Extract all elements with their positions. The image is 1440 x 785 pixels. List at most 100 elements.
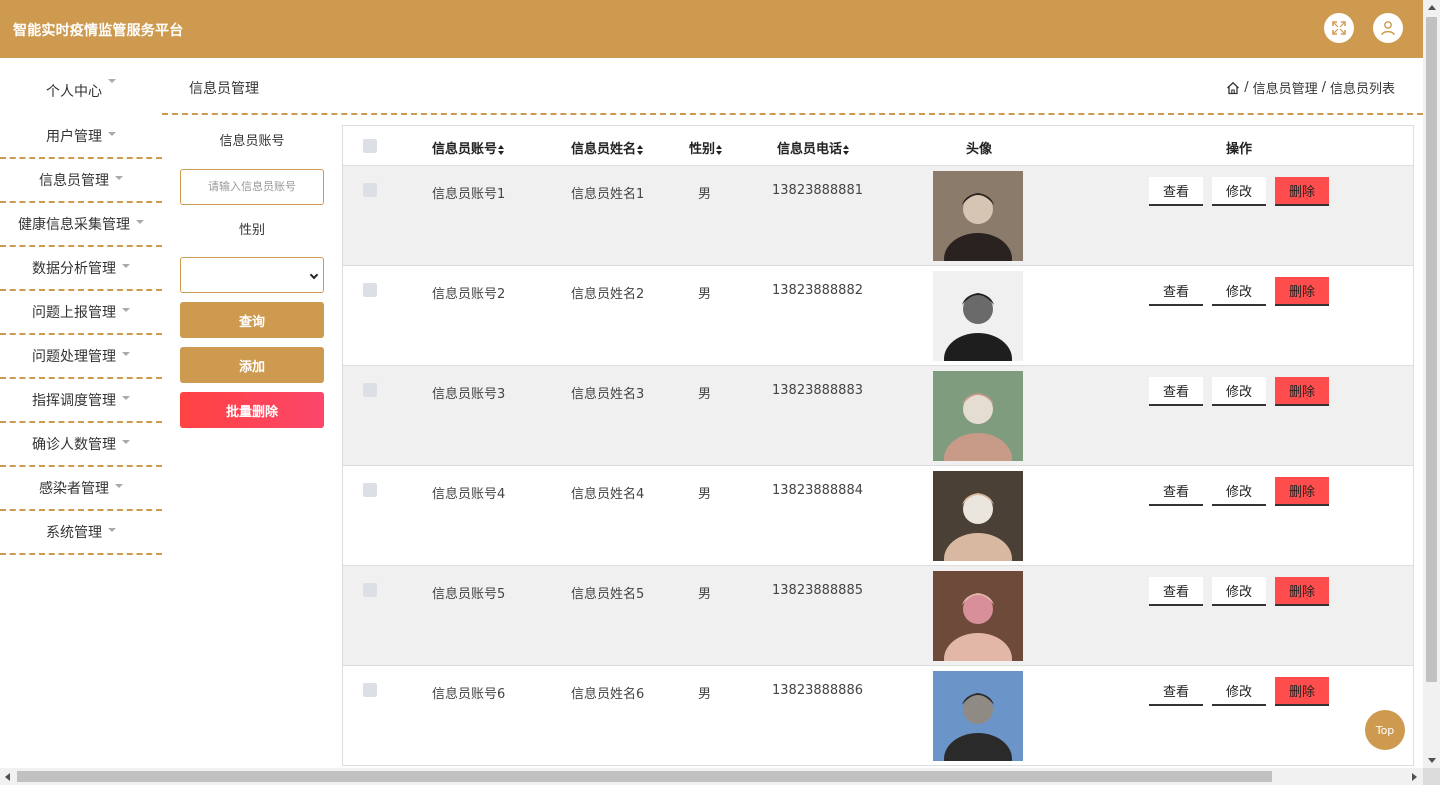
delete-button[interactable]: 删除 bbox=[1275, 577, 1329, 606]
delete-button[interactable]: 删除 bbox=[1275, 677, 1329, 706]
cell-phone: 13823888882 bbox=[772, 283, 863, 298]
scrollbar-corner bbox=[1423, 768, 1440, 785]
header-gender[interactable]: 性别 bbox=[689, 138, 723, 157]
view-button[interactable]: 查看 bbox=[1149, 177, 1203, 206]
row-checkbox[interactable] bbox=[363, 583, 377, 597]
delete-button[interactable]: 删除 bbox=[1275, 377, 1329, 406]
avatar-image bbox=[933, 271, 1023, 361]
sidebar-item-label: 感染者管理 bbox=[39, 481, 109, 497]
cell-phone: 13823888883 bbox=[772, 383, 863, 398]
sidebar-item-label: 用户管理 bbox=[46, 129, 102, 145]
add-button[interactable]: 添加 bbox=[180, 347, 324, 383]
sort-icon[interactable] bbox=[498, 144, 505, 155]
top-bar: 智能实时疫情监管服务平台 bbox=[0, 0, 1423, 58]
caret-down-icon bbox=[108, 528, 116, 532]
fullscreen-icon bbox=[1332, 21, 1346, 35]
caret-down-icon bbox=[115, 484, 123, 488]
sort-icon[interactable] bbox=[843, 144, 850, 155]
sidebar-item[interactable]: 确诊人数管理 bbox=[0, 423, 162, 467]
avatar-image bbox=[933, 571, 1023, 661]
sort-icon[interactable] bbox=[637, 144, 644, 155]
avatar-image bbox=[933, 671, 1023, 761]
caret-down-icon bbox=[122, 352, 130, 356]
header-actions: 操作 bbox=[1226, 142, 1253, 157]
header-phone[interactable]: 信息员电话 bbox=[777, 138, 850, 157]
delete-button[interactable]: 删除 bbox=[1275, 477, 1329, 506]
horizontal-scrollbar-thumb[interactable] bbox=[17, 771, 1272, 782]
cell-gender: 男 bbox=[698, 387, 712, 402]
view-button[interactable]: 查看 bbox=[1149, 277, 1203, 306]
table-row: 信息员账号1 信息员姓名1 男 13823888881 查看 修改 删除 bbox=[343, 166, 1413, 266]
sidebar-item[interactable]: 信息员管理 bbox=[0, 159, 162, 203]
view-button[interactable]: 查看 bbox=[1149, 577, 1203, 606]
sidebar-item[interactable]: 系统管理 bbox=[0, 511, 162, 555]
sidebar-item[interactable]: 指挥调度管理 bbox=[0, 379, 162, 423]
row-checkbox[interactable] bbox=[363, 383, 377, 397]
sidebar-item[interactable]: 感染者管理 bbox=[0, 467, 162, 511]
header-account[interactable]: 信息员账号 bbox=[432, 138, 505, 157]
table-row: 信息员账号6 信息员姓名6 男 13823888886 查看 修改 删除 bbox=[343, 666, 1413, 766]
view-button[interactable]: 查看 bbox=[1149, 377, 1203, 406]
row-checkbox[interactable] bbox=[363, 483, 377, 497]
fullscreen-button[interactable] bbox=[1324, 13, 1354, 43]
caret-down-icon bbox=[136, 220, 144, 224]
cell-name: 信息员姓名5 bbox=[571, 587, 645, 602]
chevron-down-icon bbox=[309, 270, 319, 280]
account-search-input[interactable]: 请输入信息员账号 bbox=[180, 169, 324, 205]
scroll-up-arrow-icon[interactable] bbox=[1428, 5, 1436, 10]
sort-icon[interactable] bbox=[716, 144, 723, 155]
table-body: 信息员账号1 信息员姓名1 男 13823888881 查看 修改 删除 信息员账号2 信息员姓… bbox=[343, 166, 1413, 766]
view-button[interactable]: 查看 bbox=[1149, 677, 1203, 706]
caret-down-icon bbox=[115, 176, 123, 180]
sidebar-item[interactable]: 健康信息采集管理 bbox=[0, 203, 162, 247]
breadcrumb: / 信息员管理 / 信息员列表 bbox=[1226, 78, 1395, 97]
gender-select[interactable] bbox=[180, 257, 324, 293]
sidebar-item[interactable]: 个人中心 bbox=[0, 58, 162, 115]
scroll-down-arrow-icon[interactable] bbox=[1428, 758, 1436, 763]
table-row: 信息员账号3 信息员姓名3 男 13823888883 查看 修改 删除 bbox=[343, 366, 1413, 466]
row-checkbox[interactable] bbox=[363, 183, 377, 197]
edit-button[interactable]: 修改 bbox=[1212, 577, 1266, 606]
cell-phone: 13823888884 bbox=[772, 483, 863, 498]
sidebar-item[interactable]: 用户管理 bbox=[0, 115, 162, 159]
horizontal-scrollbar[interactable] bbox=[0, 768, 1423, 785]
edit-button[interactable]: 修改 bbox=[1212, 377, 1266, 406]
header-avatar: 头像 bbox=[966, 142, 993, 157]
view-button[interactable]: 查看 bbox=[1149, 477, 1203, 506]
sidebar-item[interactable]: 问题上报管理 bbox=[0, 291, 162, 335]
edit-button[interactable]: 修改 bbox=[1212, 477, 1266, 506]
edit-button[interactable]: 修改 bbox=[1212, 277, 1266, 306]
back-to-top-button[interactable]: Top bbox=[1365, 710, 1405, 750]
informant-table: 信息员账号 信息员姓名 性别 信息员电话 头像 操作 信息员账号1 信息员姓名1 男… bbox=[342, 125, 1414, 766]
cell-account: 信息员账号5 bbox=[432, 587, 506, 602]
breadcrumb-item-module[interactable]: 信息员管理 bbox=[1253, 78, 1318, 97]
scroll-right-arrow-icon[interactable] bbox=[1412, 773, 1417, 781]
delete-button[interactable]: 删除 bbox=[1275, 177, 1329, 206]
edit-button[interactable]: 修改 bbox=[1212, 177, 1266, 206]
row-checkbox[interactable] bbox=[363, 283, 377, 297]
user-menu-button[interactable] bbox=[1373, 13, 1403, 43]
home-icon[interactable] bbox=[1226, 81, 1240, 95]
edit-button[interactable]: 修改 bbox=[1212, 677, 1266, 706]
cell-account: 信息员账号4 bbox=[432, 487, 506, 502]
sidebar-item-label: 数据分析管理 bbox=[32, 261, 116, 277]
caret-down-icon bbox=[122, 264, 130, 268]
account-filter-label: 信息员账号 bbox=[219, 134, 285, 149]
cell-account: 信息员账号3 bbox=[432, 387, 506, 402]
batch-delete-button[interactable]: 批量删除 bbox=[180, 392, 324, 428]
sidebar-item[interactable]: 数据分析管理 bbox=[0, 247, 162, 291]
select-all-checkbox[interactable] bbox=[363, 139, 377, 153]
header-name[interactable]: 信息员姓名 bbox=[571, 138, 644, 157]
row-checkbox[interactable] bbox=[363, 683, 377, 697]
vertical-scrollbar-thumb[interactable] bbox=[1426, 17, 1437, 682]
vertical-scrollbar[interactable] bbox=[1423, 0, 1440, 770]
sidebar-item[interactable]: 问题处理管理 bbox=[0, 335, 162, 379]
query-button[interactable]: 查询 bbox=[180, 302, 324, 338]
cell-name: 信息员姓名4 bbox=[571, 487, 645, 502]
cell-account: 信息员账号1 bbox=[432, 187, 506, 202]
cell-account: 信息员账号6 bbox=[432, 687, 506, 702]
scroll-left-arrow-icon[interactable] bbox=[5, 773, 10, 781]
delete-button[interactable]: 删除 bbox=[1275, 277, 1329, 306]
cell-phone: 13823888886 bbox=[772, 683, 863, 698]
cell-name: 信息员姓名1 bbox=[571, 187, 645, 202]
